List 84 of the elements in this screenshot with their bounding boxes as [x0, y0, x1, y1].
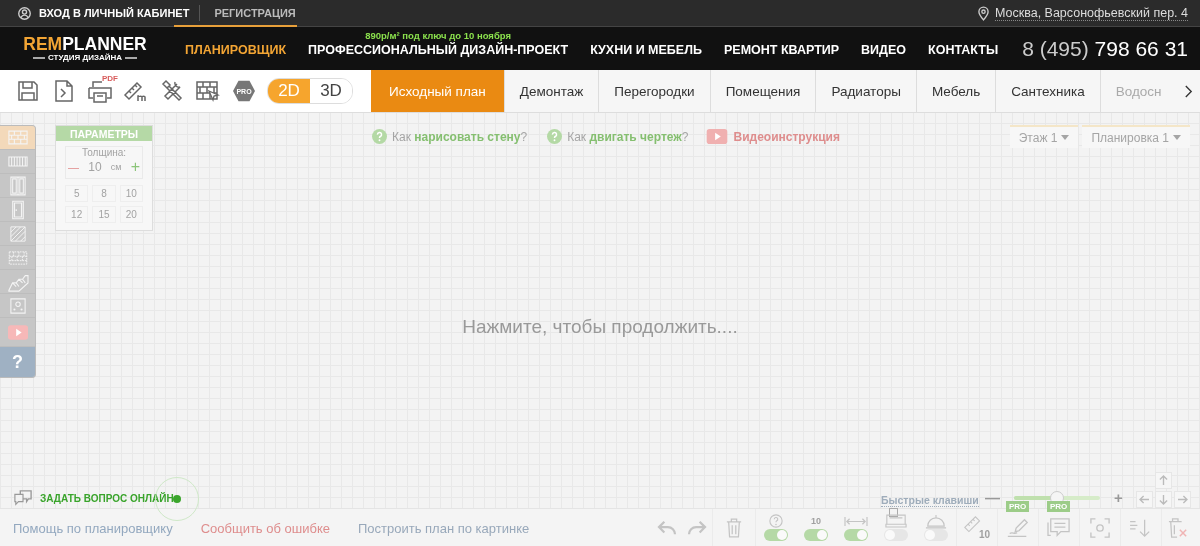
question-icon [547, 129, 563, 144]
focus-frame-icon[interactable] [1090, 518, 1110, 538]
caret-icon [1061, 135, 1070, 140]
register-link[interactable]: РЕГИСТРАЦИЯ [200, 7, 296, 19]
panel-title: ПАРАМЕТРЫ [56, 126, 152, 141]
tab[interactable]: Мебель [916, 70, 997, 112]
nav-link[interactable]: КУХНИ И МЕБЕЛЬ [590, 43, 702, 58]
phone-number[interactable]: 8 (495) 798 66 31 [1022, 36, 1188, 61]
trash-clear-icon[interactable] [1168, 518, 1188, 538]
toggle-switch[interactable] [884, 529, 908, 541]
chat-link[interactable]: ЗАДАТЬ ВОПРОС ОНЛАЙН [12, 489, 174, 507]
thickness-label: Толщина: [80, 147, 128, 158]
nav-link[interactable]: КОНТАКТЫ [928, 43, 999, 58]
door-icon[interactable] [0, 198, 35, 222]
thickness-value: 10 [88, 160, 102, 174]
pan-button[interactable] [1174, 491, 1191, 508]
preset-button[interactable]: 10 [119, 185, 143, 202]
trash-icon[interactable] [726, 518, 742, 538]
help-link[interactable]: Как двигать чертеж? [547, 129, 689, 144]
pan-button[interactable] [1155, 491, 1172, 508]
help-button[interactable]: ? [0, 347, 35, 377]
toggle-switch[interactable] [764, 529, 788, 541]
nav-link[interactable]: ВИДЕО [861, 43, 907, 58]
login-link[interactable]: ВХОД В ЛИЧНЫЙ КАБИНЕТ [18, 5, 201, 21]
user-icon [18, 6, 31, 20]
nav-link[interactable]: ПРОФЕССИОНАЛЬНЫЙ ДИЗАЙН-ПРОЕКТ [308, 43, 569, 58]
view-mode-button[interactable]: 2D [268, 79, 310, 103]
tab[interactable]: Исходный план [371, 70, 505, 112]
arrow-down-icon [1159, 494, 1168, 505]
tab[interactable]: Водосн [1100, 70, 1176, 112]
increment-button[interactable]: + [130, 158, 140, 176]
arrow-up-icon [1159, 475, 1168, 486]
nav-link[interactable]: ПЛАНИРОВЩИК [185, 43, 287, 58]
chevron-right-icon[interactable] [1176, 70, 1200, 112]
preset-button[interactable]: 5 [65, 185, 89, 202]
decrement-button[interactable]: — [68, 161, 79, 173]
preset-button[interactable]: 15 [92, 206, 116, 223]
undo-icon[interactable] [657, 520, 677, 536]
footer-link[interactable]: Сообщить об ошибке [200, 520, 330, 536]
preset-button[interactable]: 20 [119, 206, 143, 223]
lamp-icon[interactable] [925, 515, 947, 527]
tab[interactable]: Сантехника [996, 70, 1101, 112]
pan-button[interactable] [1155, 472, 1172, 489]
redo-icon[interactable] [687, 520, 707, 536]
arrow-right-icon [1177, 495, 1188, 504]
pro-badge: PRO [1047, 501, 1071, 512]
caret-icon [1173, 135, 1181, 140]
brick-wall-icon[interactable] [0, 126, 35, 150]
logo[interactable]: REMPLANNER СТУДИЯ ДИЗАЙНА [16, 34, 154, 63]
pan-button[interactable] [1136, 491, 1153, 508]
zoom-in-button[interactable]: + [1114, 489, 1123, 506]
pen-icon[interactable] [1006, 516, 1030, 540]
zoom-out-button[interactable]: — [985, 489, 1000, 506]
dropdown[interactable]: Этаж 1 [1009, 125, 1079, 148]
help-link[interactable]: Видеоинструкция [706, 129, 840, 144]
location-pin-icon [977, 5, 989, 21]
window-icon[interactable] [0, 174, 35, 198]
continue-message[interactable]: Нажмите, чтобы продолжить.... [450, 316, 750, 338]
promo-text: 890р/м² под ключ до 10 ноября [364, 30, 512, 41]
hotkeys-link[interactable]: Быстрые клавиши [881, 494, 979, 507]
video-play-icon [706, 129, 729, 144]
toggle-switch[interactable] [804, 529, 828, 541]
toggle-switch[interactable] [844, 529, 868, 541]
footer-link[interactable]: Помощь по планировщику [13, 520, 173, 536]
arrow-left-icon [1139, 495, 1150, 504]
question-circle-icon[interactable] [769, 515, 783, 527]
toggle-switch[interactable] [924, 529, 948, 541]
question-icon [372, 129, 387, 144]
help-link[interactable]: Как нарисовать стену? [372, 129, 528, 144]
pro-badge: PRO [1006, 501, 1030, 512]
grid-size-label: 10 [811, 515, 821, 527]
tab[interactable]: Демонтаж [504, 70, 600, 112]
tab[interactable]: Перегородки [599, 70, 711, 112]
tab[interactable]: Радиаторы [816, 70, 917, 112]
preset-button[interactable]: 8 [92, 185, 116, 202]
tab[interactable]: Помещения [710, 70, 817, 112]
nav-link[interactable]: РЕМОНТ КВАРТИР [723, 43, 840, 58]
comment-icon[interactable] [1047, 517, 1071, 539]
preset-button[interactable]: 12 [65, 206, 89, 223]
footer-link[interactable]: Построить план по картинке [357, 520, 530, 536]
dropdown[interactable]: Планировка 1 [1082, 125, 1190, 148]
unit-label: см [110, 162, 122, 172]
double-arrow-icon[interactable] [844, 515, 868, 527]
address-link[interactable]: Москва, Варсонофьевский пер. 4 [994, 5, 1188, 21]
